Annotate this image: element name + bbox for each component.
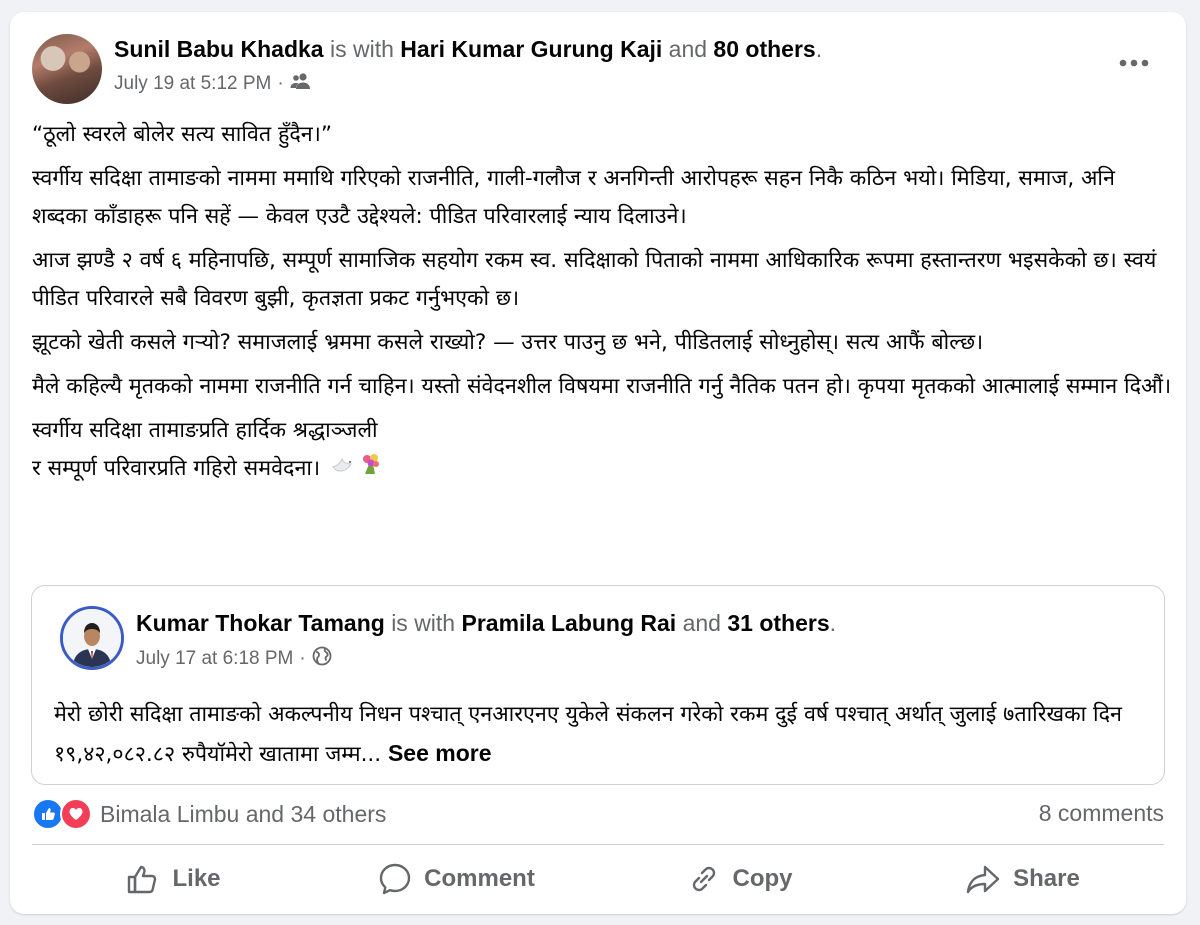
- and-text: and: [668, 36, 708, 62]
- others-link[interactable]: 80 others: [713, 36, 815, 62]
- closing-line-2: र सम्पूर्ण परिवारप्रति गहिरो समवेदना।: [32, 456, 321, 481]
- thumbs-up-icon: [126, 863, 160, 895]
- like-label: Like: [172, 865, 221, 892]
- shared-post[interactable]: Kumar Thokar Tamang is with Pramila Labu…: [31, 585, 1165, 785]
- comment-button[interactable]: Comment: [315, 850, 598, 908]
- post-meta: July 19 at 5:12 PM ·: [114, 72, 312, 96]
- shared-meta-separator: ·: [299, 648, 306, 669]
- like-button[interactable]: Like: [32, 850, 315, 908]
- shared-header: Kumar Thokar Tamang is with Pramila Labu…: [136, 610, 836, 637]
- reaction-icons: [32, 798, 92, 830]
- comments-count-link[interactable]: 8 comments: [1039, 800, 1164, 827]
- shared-timestamp[interactable]: July 17 at 6:18 PM: [136, 648, 293, 670]
- more-options-button[interactable]: [1114, 48, 1154, 78]
- share-label: Share: [1013, 865, 1080, 892]
- shared-tagged-link[interactable]: Pramila Labung Rai: [461, 610, 676, 636]
- friends-icon[interactable]: [290, 72, 312, 96]
- comment-label: Comment: [424, 865, 535, 892]
- post-paragraph: आज झण्डै २ वर्ष ६ महिनापछि, सम्पूर्ण साम…: [32, 248, 1157, 311]
- author-avatar[interactable]: [32, 34, 102, 104]
- shared-author-avatar[interactable]: [60, 606, 124, 670]
- shared-body: मेरो छोरी सदिक्षा तामाङको अकल्पनीय निधन …: [54, 696, 1154, 774]
- with-text: is with: [329, 36, 394, 62]
- share-arrow-icon: [965, 863, 1001, 895]
- meta-separator: ·: [277, 73, 284, 94]
- post-closing: स्वर्गीय सदिक्षा तामाङप्रति हार्दिक श्रद…: [32, 412, 1172, 488]
- post-paragraph: स्वर्गीय सदिक्षा तामाङको नाममा ममाथि गरि…: [32, 166, 1115, 229]
- shared-with-text: is with: [391, 610, 456, 636]
- post-header: Sunil Babu Khadka is with Hari Kumar Gur…: [114, 36, 822, 63]
- globe-icon[interactable]: [312, 646, 332, 672]
- comment-bubble-icon: [378, 862, 412, 896]
- post-paragraph: झूटको खेती कसले गर्‍यो? समाजलाई भ्रममा क…: [32, 330, 984, 355]
- header-period: .: [815, 36, 823, 62]
- love-icon: [60, 798, 92, 830]
- shared-meta: July 17 at 6:18 PM ·: [136, 646, 332, 672]
- action-bar: Like Comment Copy Share: [32, 850, 1164, 908]
- bouquet-icon: [359, 450, 383, 488]
- dove-icon: [331, 450, 355, 488]
- more-dots-icon: [1119, 59, 1149, 67]
- reactions-summary[interactable]: Bimala Limbu and 34 others: [32, 798, 386, 830]
- post-body: “ठूलो स्वरले बोलेर सत्य सावित हुँदैन।” स…: [32, 116, 1172, 494]
- shared-period: .: [829, 610, 837, 636]
- closing-line-1: स्वर्गीय सदिक्षा तामाङप्रति हार्दिक श्रद…: [32, 418, 378, 443]
- share-button[interactable]: Share: [881, 850, 1164, 908]
- see-more-link[interactable]: See more: [388, 740, 492, 766]
- copy-label: Copy: [732, 865, 793, 892]
- author-name-link[interactable]: Sunil Babu Khadka: [114, 36, 324, 62]
- post-paragraph: मैले कहिल्यै मृतकको नाममा राजनीति गर्न च…: [32, 374, 1172, 399]
- post-timestamp[interactable]: July 19 at 5:12 PM: [114, 73, 271, 95]
- shared-and-text: and: [682, 610, 721, 636]
- shared-others-link[interactable]: 31 others: [727, 610, 829, 636]
- shared-text-content: मेरो छोरी सदिक्षा तामाङको अकल्पनीय निधन …: [54, 702, 1122, 767]
- reactors-link[interactable]: Bimala Limbu and 34 others: [100, 801, 386, 828]
- link-icon: [687, 862, 721, 896]
- post-paragraph: “ठूलो स्वरले बोलेर सत्य सावित हुँदैन।”: [32, 122, 333, 147]
- tagged-person-link[interactable]: Hari Kumar Gurung Kaji: [400, 36, 662, 62]
- copy-button[interactable]: Copy: [598, 850, 881, 908]
- shared-author-link[interactable]: Kumar Thokar Tamang: [136, 610, 385, 636]
- post-card: Sunil Babu Khadka is with Hari Kumar Gur…: [10, 12, 1186, 914]
- divider: [32, 844, 1164, 845]
